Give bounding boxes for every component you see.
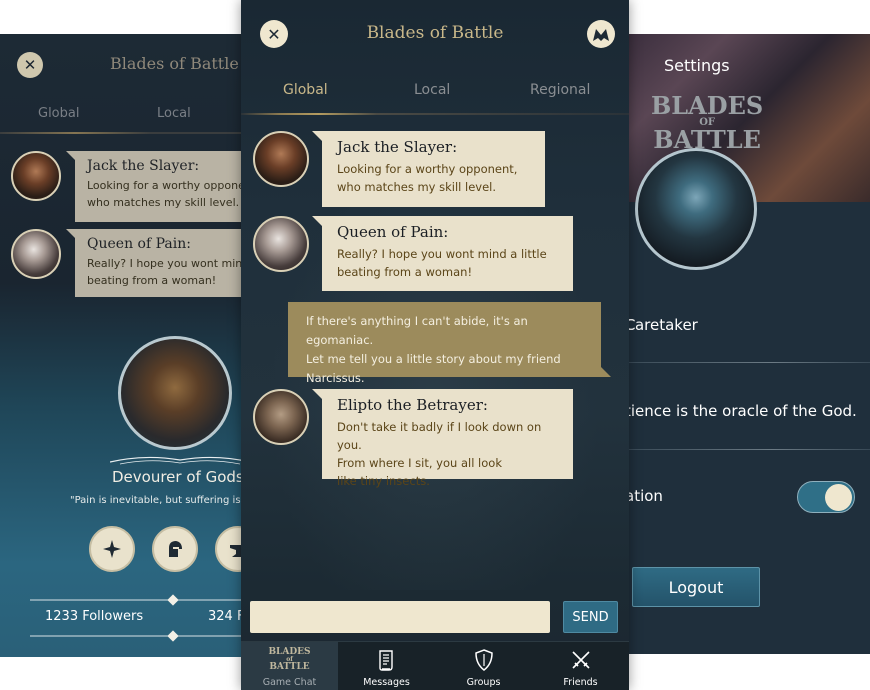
message-line: Really? I hope you wont mind a little	[337, 247, 547, 261]
nav-item-messages[interactable]: Messages	[338, 642, 435, 690]
profile-quote: "Pain is inevitable, but suffering is o	[70, 495, 250, 506]
scroll-icon	[375, 646, 399, 674]
message-bubble: Jack the Slayer: Looking for a worthy op…	[66, 151, 250, 222]
close-icon[interactable]: ✕	[17, 52, 43, 78]
cross-icon[interactable]	[89, 526, 135, 572]
avatar	[11, 229, 61, 279]
profile-screen: ✕ Blades of Battle Global Local Jack the…	[0, 34, 250, 657]
message-input[interactable]	[250, 601, 550, 633]
followers-count[interactable]: 1233 Followers	[45, 609, 143, 624]
avatar	[253, 131, 309, 187]
tab-regional[interactable]: Regional	[530, 82, 590, 98]
tab-underline	[0, 132, 250, 134]
logout-button[interactable]: Logout	[632, 567, 760, 607]
message-line: Looking for a worthy opponent	[87, 179, 250, 192]
message-line: who matches my skill level.	[87, 196, 240, 209]
profile-name: Devourer of Gods	[112, 468, 244, 486]
sender-name: Jack the Slayer:	[337, 138, 458, 156]
avatar	[253, 389, 309, 445]
nav-label: Friends	[563, 677, 598, 688]
sender-name: Elipto the Betrayer:	[337, 396, 488, 414]
nav-label: Messages	[363, 677, 410, 688]
crossed-swords-icon	[569, 646, 593, 674]
blades-of-battle-logo-icon: BLADES of BATTLE	[268, 647, 311, 672]
message-line: beating from a woman!	[337, 265, 473, 279]
settings-title: Settings	[664, 56, 730, 75]
profile-avatar	[635, 148, 757, 270]
message-line: Looking for a worthy opponent,	[337, 162, 518, 176]
nav-label: Game Chat	[262, 677, 317, 688]
nav-item-friends[interactable]: Friends	[532, 642, 629, 690]
following-count[interactable]: 324 F	[208, 609, 244, 624]
ornament-divider	[30, 594, 250, 606]
message-line: From where I sit, you all look	[337, 456, 502, 470]
sender-name: Queen of Pain:	[337, 223, 449, 241]
nav-item-game-chat[interactable]: BLADES of BATTLE Game Chat	[241, 642, 338, 690]
chat-message: Queen of Pain: Really? I hope you wont m…	[11, 229, 250, 297]
knight-helmet-icon[interactable]	[152, 526, 198, 572]
divider	[625, 362, 870, 363]
message-line: beating from a woman!	[87, 274, 217, 287]
message-line: who matches my skill level.	[337, 180, 497, 194]
bottom-nav: BLADES of BATTLE Game Chat Messages Grou…	[241, 641, 629, 690]
tab-global[interactable]: Global	[283, 82, 328, 98]
sender-name: Queen of Pain:	[87, 236, 191, 252]
tab-underline	[241, 113, 629, 115]
chat-message: Jack the Slayer: Looking for a worthy op…	[11, 151, 250, 222]
tab-local[interactable]: Local	[414, 82, 450, 98]
profile-avatar	[118, 336, 232, 450]
ornament-divider	[110, 456, 250, 465]
nav-item-groups[interactable]: Groups	[435, 642, 532, 690]
message-line: Let me tell you a little story about my …	[306, 352, 561, 366]
settings-screen: Settings BLADES OF BATTLE CCaretaker tie…	[625, 34, 870, 654]
notifications-label: ation	[625, 487, 663, 505]
chat-message: Elipto the Betrayer: Don't take it badly…	[253, 389, 573, 488]
screen-title: Blades of Battle	[110, 54, 239, 73]
nav-label: Groups	[466, 677, 501, 688]
profile-name: CCaretaker	[625, 316, 698, 334]
message-line: If there's anything I can't abide, it's …	[306, 314, 528, 347]
sender-name: Jack the Slayer:	[87, 158, 200, 174]
notifications-toggle[interactable]	[797, 481, 855, 513]
tab-local[interactable]: Local	[157, 106, 191, 121]
message-line: Don't take it badly if I look down on yo…	[337, 420, 542, 452]
message-bubble: Elipto the Betrayer: Don't take it badly…	[312, 389, 573, 488]
own-message-bubble: If there's anything I can't abide, it's …	[288, 302, 611, 385]
message-bubble: Queen of Pain: Really? I hope you wont m…	[66, 229, 250, 297]
message-line: Really? I hope you wont mind	[87, 257, 250, 270]
message-bubble: Queen of Pain: Really? I hope you wont m…	[312, 216, 573, 291]
chat-message: Jack the Slayer: Looking for a worthy op…	[253, 131, 545, 207]
guild-emblem-icon[interactable]	[587, 20, 615, 48]
tab-global[interactable]: Global	[38, 106, 79, 121]
divider	[625, 449, 870, 450]
message-line: Narcissus.	[306, 371, 365, 385]
toggle-knob	[825, 484, 852, 511]
avatar	[11, 151, 61, 201]
status-text: tience is the oracle of the God.	[625, 402, 857, 420]
send-button[interactable]: SEND	[563, 601, 618, 633]
blades-of-battle-logo: BLADES OF BATTLE	[651, 91, 764, 154]
chat-message: Queen of Pain: Really? I hope you wont m…	[253, 216, 573, 291]
shield-icon	[473, 646, 495, 674]
ornament-divider	[30, 630, 250, 642]
screen-title: Blades of Battle	[366, 23, 504, 43]
message-line: like tiny insects.	[337, 474, 430, 488]
game-chat-screen: ✕ Blades of Battle Global Local Regional…	[241, 0, 629, 690]
avatar	[253, 216, 309, 272]
message-bubble: Jack the Slayer: Looking for a worthy op…	[312, 131, 545, 207]
